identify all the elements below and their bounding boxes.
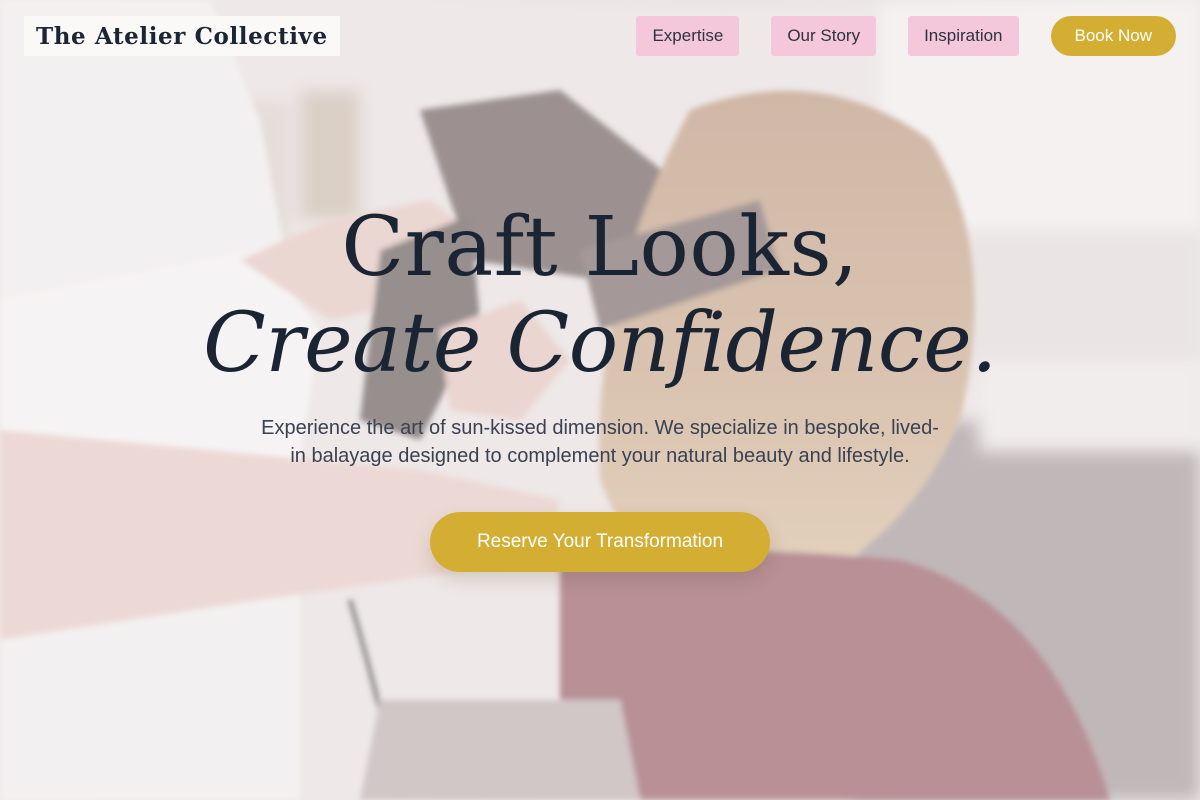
book-now-button[interactable]: Book Now	[1050, 16, 1176, 56]
hero-subtitle: Experience the art of sun-kissed dimensi…	[261, 417, 939, 467]
main-nav: Expertise Our Story Inspiration Book Now	[636, 16, 1176, 56]
nav-item-expertise[interactable]: Expertise	[636, 16, 740, 56]
brand-logo[interactable]: The Atelier Collective	[24, 16, 340, 56]
nav-item-inspiration[interactable]: Inspiration	[908, 16, 1019, 56]
hero-headline-line2: Create Confidence.	[203, 296, 997, 391]
hero-section: Craft Looks, Create Confidence. Experien…	[0, 200, 1200, 572]
hero-headline-line1: Craft Looks,	[341, 200, 859, 295]
nav-item-our-story[interactable]: Our Story	[771, 16, 877, 56]
reserve-transformation-button[interactable]: Reserve Your Transformation	[430, 512, 770, 572]
